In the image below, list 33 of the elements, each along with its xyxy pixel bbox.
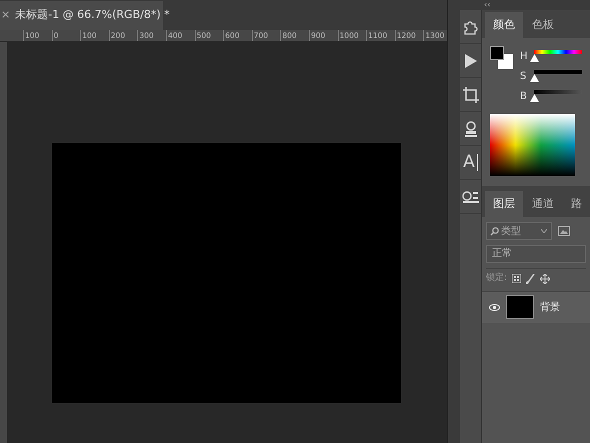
checker-icon[interactable] [512,274,522,284]
close-button[interactable]: × [1,7,10,24]
slider-thumb[interactable] [530,94,539,102]
panel-tab[interactable]: 图层 [485,191,523,217]
brush-icon[interactable] [526,274,536,284]
play-icon[interactable] [464,52,478,68]
stamp-icon[interactable] [462,120,478,138]
layer-thumbnail [506,295,534,319]
filter-field[interactable]: 类型 [486,222,552,240]
lock-label: 锁定: [486,272,508,285]
image-filter-icon[interactable] [558,226,570,236]
color-slider[interactable] [530,89,582,103]
slider-label: H [520,50,528,64]
filter-input[interactable]: 类型 [501,224,539,238]
slider-thumb[interactable] [530,74,539,82]
search-icon [490,226,499,236]
collapse-button[interactable]: ‹‹ [484,0,490,10]
slider-thumb[interactable] [530,54,539,62]
color-slider[interactable] [530,49,582,63]
layer-name: 背景 [540,300,560,314]
color-slider[interactable] [530,69,582,83]
slider-label: S [520,70,528,84]
paragraph-icon[interactable] [462,190,480,202]
document-title: 未标题-1 @ 66.7%(RGB/8*) * [15,7,170,24]
slider-label: B [520,90,528,104]
blend-mode-dropdown[interactable]: 正常 [486,245,586,263]
panel-tab[interactable]: 颜色 [485,12,523,38]
crop-icon[interactable] [462,86,480,104]
dropdown-icon[interactable] [541,229,547,233]
eye-icon[interactable] [488,304,500,310]
move-icon[interactable] [540,274,550,284]
color-swatches[interactable] [490,46,514,70]
layer-row[interactable]: 背景 [482,290,590,322]
